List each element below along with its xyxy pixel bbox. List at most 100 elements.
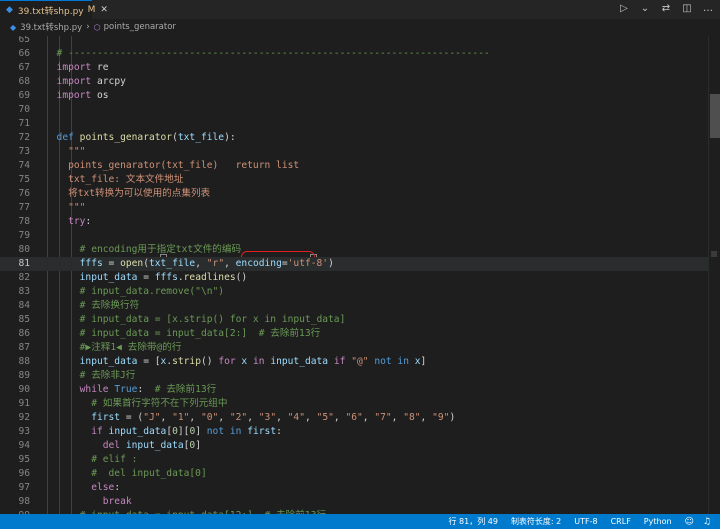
code-editor[interactable]: 65 66 # ---------------------------------…: [0, 36, 720, 514]
code-text: # 去除换行符: [45, 299, 140, 313]
code-token: "2": [229, 412, 248, 423]
code-token: (): [200, 356, 219, 367]
code-line[interactable]: 88 input_data = [x.strip() for x in inpu…: [0, 355, 708, 369]
code-token: ,: [247, 412, 259, 423]
code-token: else: [45, 482, 115, 493]
code-token: # del input_data[0]: [45, 468, 207, 479]
line-number: 65: [18, 36, 30, 45]
code-token: if: [333, 356, 346, 367]
line-ending[interactable]: CRLF: [611, 517, 631, 526]
code-text: """: [45, 145, 85, 159]
code-token: # 如果首行字符不在下列元组中: [45, 398, 228, 409]
code-line[interactable]: 77 """: [0, 201, 708, 215]
code-text: import os: [45, 89, 109, 103]
code-line[interactable]: 79: [0, 229, 708, 243]
code-line[interactable]: 67 import re: [0, 61, 708, 75]
code-token: ,: [391, 412, 404, 423]
breadcrumb-file[interactable]: 39.txt转shp.py: [20, 21, 82, 33]
tab-file[interactable]: ◆ 39.txt转shp.py M ✕: [0, 0, 108, 19]
code-line[interactable]: 90 while True: # 去除前13行: [0, 383, 708, 397]
code-token: True: [114, 384, 138, 395]
code-line[interactable]: 97 else:: [0, 481, 708, 495]
code-token: in: [252, 356, 265, 367]
code-line[interactable]: 98 break: [0, 495, 708, 509]
line-number: 94: [18, 440, 30, 451]
code-line[interactable]: 76 将txt转换为可以使用的点集列表: [0, 187, 708, 201]
code-text: import re: [45, 61, 109, 75]
code-token: # --------------------------------------…: [45, 48, 490, 59]
code-line[interactable]: 80 # encoding用于指定txt文件的编码: [0, 243, 708, 257]
more-actions-icon[interactable]: …: [702, 3, 714, 15]
code-line[interactable]: 92 first = ("J", "1", "0", "2", "3", "4"…: [0, 411, 708, 425]
code-token: txt_file: [148, 258, 196, 269]
line-number: 91: [18, 398, 30, 409]
code-line[interactable]: 73 """: [0, 145, 708, 159]
tab-bar: ◆ 39.txt转shp.py M ✕ ▷ ⌄ ⇄ ◫ …: [0, 0, 720, 19]
code-text: import arcpy: [45, 75, 126, 89]
code-line[interactable]: 75 txt_file: 文本文件地址: [0, 173, 708, 187]
code-token: ,: [276, 412, 288, 423]
code-line[interactable]: 84 # 去除换行符: [0, 299, 708, 313]
code-token: open: [120, 258, 144, 269]
code-line[interactable]: 87 #▶注释1◀ 去除带@的行: [0, 341, 708, 355]
code-line[interactable]: 69 import os: [0, 89, 708, 103]
code-line[interactable]: 95 # elif :: [0, 453, 708, 467]
code-line[interactable]: 85 # input_data = [x.strip() for x in in…: [0, 313, 708, 327]
code-line[interactable]: 81 fffs = open(txt_file, "r", encoding='…: [0, 257, 708, 271]
line-number: 72: [18, 132, 30, 143]
vertical-scrollbar[interactable]: [708, 36, 720, 514]
code-line[interactable]: 65: [0, 36, 708, 47]
code-line[interactable]: 91 # 如果首行字符不在下列元组中: [0, 397, 708, 411]
line-number: 86: [18, 328, 30, 339]
line-number: 73: [18, 146, 30, 157]
compare-changes-icon[interactable]: ⇄: [660, 3, 672, 15]
code-token: 将txt转换为可以使用的点集列表: [45, 188, 211, 199]
scrollbar-thumb[interactable]: [710, 94, 720, 138]
code-token: while: [45, 384, 109, 395]
breadcrumb-symbol[interactable]: points_genarator: [104, 22, 176, 32]
code-token: #▶注释1◀ 去除带@的行: [45, 342, 182, 353]
code-text: else:: [45, 481, 120, 495]
code-text: points_genarator(txt_file) return list: [45, 159, 299, 173]
code-token: strip: [172, 356, 201, 367]
code-token: break: [45, 496, 132, 507]
run-icon[interactable]: ▷: [618, 3, 630, 15]
code-line[interactable]: 93 if input_data[0][0] not in first:: [0, 425, 708, 439]
code-token: input_data: [45, 356, 138, 367]
code-line[interactable]: 94 del input_data[0]: [0, 439, 708, 453]
code-text: 将txt转换为可以使用的点集列表: [45, 187, 210, 201]
code-token: # 去除非J行: [45, 370, 136, 381]
code-text: def points_genarator(txt_file):: [45, 131, 236, 145]
code-line[interactable]: 66 # -----------------------------------…: [0, 47, 708, 61]
cursor-position[interactable]: 行 81，列 49: [448, 516, 497, 527]
code-line[interactable]: 71: [0, 117, 708, 131]
split-editor-icon[interactable]: ◫: [681, 3, 693, 15]
code-line[interactable]: 89 # 去除非J行: [0, 369, 708, 383]
code-line[interactable]: 70: [0, 103, 708, 117]
language-mode[interactable]: Python: [644, 517, 672, 526]
feedback-icon[interactable]: ☺: [685, 517, 694, 527]
code-line[interactable]: 68 import arcpy: [0, 75, 708, 89]
code-line[interactable]: 96 # del input_data[0]: [0, 467, 708, 481]
file-encoding[interactable]: UTF-8: [574, 517, 597, 526]
code-token: ]: [195, 426, 207, 437]
code-token: ,: [333, 412, 346, 423]
code-token: 'utf-8': [287, 258, 329, 269]
code-line[interactable]: 78 try:: [0, 215, 708, 229]
code-line[interactable]: 82 input_data = fffs.readlines(): [0, 271, 708, 285]
chevron-down-icon[interactable]: ⌄: [639, 3, 651, 15]
close-icon[interactable]: ✕: [100, 5, 108, 15]
code-line[interactable]: 86 # input_data = input_data[2:] # 去除前13…: [0, 327, 708, 341]
code-line[interactable]: 72 def points_genarator(txt_file):: [0, 131, 708, 145]
line-number: 85: [18, 314, 30, 325]
breadcrumb: ◆ 39.txt转shp.py › ⬡ points_genarator: [0, 19, 720, 35]
code-text: # encoding用于指定txt文件的编码: [45, 243, 241, 257]
indentation-setting[interactable]: 制表符长度: 2: [511, 516, 561, 527]
code-line[interactable]: 74 points_genarator(txt_file) return lis…: [0, 159, 708, 173]
code-token: "3": [258, 412, 277, 423]
code-token: del: [45, 440, 121, 451]
line-number: 79: [18, 230, 30, 241]
code-line[interactable]: 83 # input_data.remove("\n"): [0, 285, 708, 299]
notifications-icon[interactable]: ♫: [703, 517, 711, 527]
status-bar: 行 81，列 49 制表符长度: 2 UTF-8 CRLF Python ☺ ♫: [0, 514, 720, 529]
